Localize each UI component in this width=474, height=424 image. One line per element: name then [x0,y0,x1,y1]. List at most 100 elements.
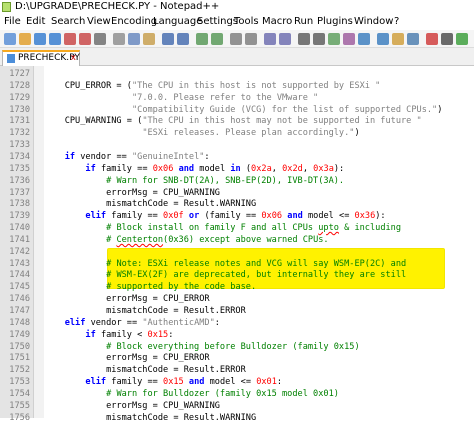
notepad-plus-plus-icon [2,2,11,12]
line-number: 1733 [9,140,30,151]
function-list-icon[interactable] [377,33,389,45]
line-number: 1728 [9,80,30,91]
code-token: "ESXi releases. Please plan accordingly.… [142,128,355,139]
code-line[interactable]: # Block install on family F and all CPUs… [44,223,474,235]
code-line[interactable]: # supported by the code base. [44,282,474,294]
code-line[interactable]: mismatchCode = Result.ERROR [44,306,474,318]
monitor-icon[interactable] [407,33,419,45]
menu-search[interactable]: Search [51,14,85,30]
code-token: ( [240,163,252,174]
line-number: 1731 [9,116,30,127]
code-editor[interactable]: 1727 1728 1729 1730 1731 1732 1733 1734 1735 1736… [0,66,474,423]
save-all-icon[interactable] [49,33,61,45]
code-line[interactable]: # Centerton(0x36) except above warned CP… [44,235,474,247]
close-all-icon[interactable] [79,33,91,45]
copy-icon[interactable] [128,33,140,45]
new-file-icon[interactable] [4,33,16,45]
close-icon[interactable] [64,33,76,45]
code-line[interactable]: errorMsg = CPU_WARNING [44,401,474,413]
code-token: 0x36 [354,211,376,222]
code-token: upto [318,223,339,234]
code-line[interactable]: # WSM-EX(2F) are deprecated, but interna… [44,270,474,282]
line-number: 1740 [9,223,30,234]
menu-settings[interactable]: Settings [197,14,238,30]
code-token: 0x15 [163,377,184,388]
menu-view[interactable]: View [87,14,111,30]
line-number: 1751 [9,353,30,364]
menu-edit[interactable]: Edit [26,14,45,30]
paste-icon[interactable] [143,33,155,45]
indent-guide-icon[interactable] [328,33,340,45]
menu-run[interactable]: Run [294,14,313,30]
cut-icon[interactable] [113,33,125,45]
code-line[interactable]: errorMsg = CPU_ERROR [44,294,474,306]
code-token: 0x06 [261,211,283,222]
sync-v-icon[interactable] [264,33,276,45]
line-number: 1738 [9,199,30,210]
code-line[interactable]: elif vendor == "AuthenticAMD": [44,318,474,330]
code-line[interactable]: CPU_ERROR = ("The CPU in this host is no… [44,81,474,93]
menu-language[interactable]: Language [153,14,202,30]
menu-encoding[interactable]: Encoding [111,14,157,30]
play-macro-icon[interactable] [456,33,468,45]
sync-h-icon[interactable] [279,33,291,45]
code-line[interactable]: if vendor == "GenuineIntel": [44,152,474,164]
code-line[interactable]: errorMsg = CPU_ERROR [44,353,474,365]
menu-tools[interactable]: Tools [234,14,259,30]
record-macro-icon[interactable] [426,33,438,45]
code-token: family == [106,377,164,388]
code-line[interactable]: elif family == 0x15 and model <= 0x01: [44,377,474,389]
all-chars-icon[interactable] [313,33,325,45]
replace-icon[interactable] [211,33,223,45]
menu-help[interactable]: ? [394,14,399,30]
print-icon[interactable] [94,33,106,45]
code-line[interactable] [44,69,474,81]
zoom-out-icon[interactable] [245,33,257,45]
code-line[interactable]: elif family == 0x0f or (family == 0x06 a… [44,211,474,223]
tab-close-icon[interactable]: x [71,52,76,65]
file-saved-icon [7,54,15,63]
code-line[interactable] [44,140,474,152]
save-icon[interactable] [34,33,46,45]
find-icon[interactable] [196,33,208,45]
fold-margin[interactable] [34,66,44,418]
code-token: (0x36) except above warned CPUs. [163,234,329,245]
code-line[interactable] [44,247,474,259]
code-line[interactable]: mismatchCode = Result.ERROR [44,365,474,377]
redo-icon[interactable] [177,33,189,45]
zoom-in-icon[interactable] [230,33,242,45]
tab-precheck-py[interactable]: PRECHECK.PY x [2,50,80,66]
line-number: 1737 [9,187,30,198]
menu-macro[interactable]: Macro [262,14,292,30]
code-line[interactable]: CPU_WARNING = ("The CPU in this host may… [44,116,474,128]
code-line[interactable]: mismatchCode = Result.WARNING [44,413,474,424]
code-line[interactable]: # Note: ESXi release notes and VCG will … [44,259,474,271]
code-line[interactable]: errorMsg = CPU_WARNING [44,188,474,200]
menu-file[interactable]: File [4,14,21,30]
code-line[interactable]: # Warn for Bulldozer (family 0x15 model … [44,389,474,401]
code-line[interactable]: "7.0.0. Please refer to the VMware " [44,93,474,105]
line-number: 1745 [9,282,30,293]
stop-macro-icon[interactable] [441,33,453,45]
code-line[interactable]: # Warn for SNB-DT(2A), SNB-EP(2D), IVB-D… [44,176,474,188]
word-wrap-icon[interactable] [298,33,310,45]
code-line[interactable]: mismatchCode = Result.WARNING [44,199,474,211]
code-token: in [230,163,241,174]
menu-plugins[interactable]: Plugins [317,14,353,30]
code-line[interactable]: if family < 0x15: [44,330,474,342]
menu-window[interactable]: Window [354,14,393,30]
open-file-icon[interactable] [19,33,31,45]
doc-map-icon[interactable] [358,33,370,45]
code-line[interactable]: # Block everything before Bulldozer (fam… [44,342,474,354]
code-line[interactable]: "ESXi releases. Please plan accordingly.… [44,128,474,140]
folder-workspace-icon[interactable] [392,33,404,45]
undo-icon[interactable] [162,33,174,45]
code-line[interactable]: if family == 0x06 and model in (0x2a, 0x… [44,164,474,176]
udl-icon[interactable] [343,33,355,45]
code-line[interactable]: "Compatibility Guide (VCG) for the list … [44,105,474,117]
